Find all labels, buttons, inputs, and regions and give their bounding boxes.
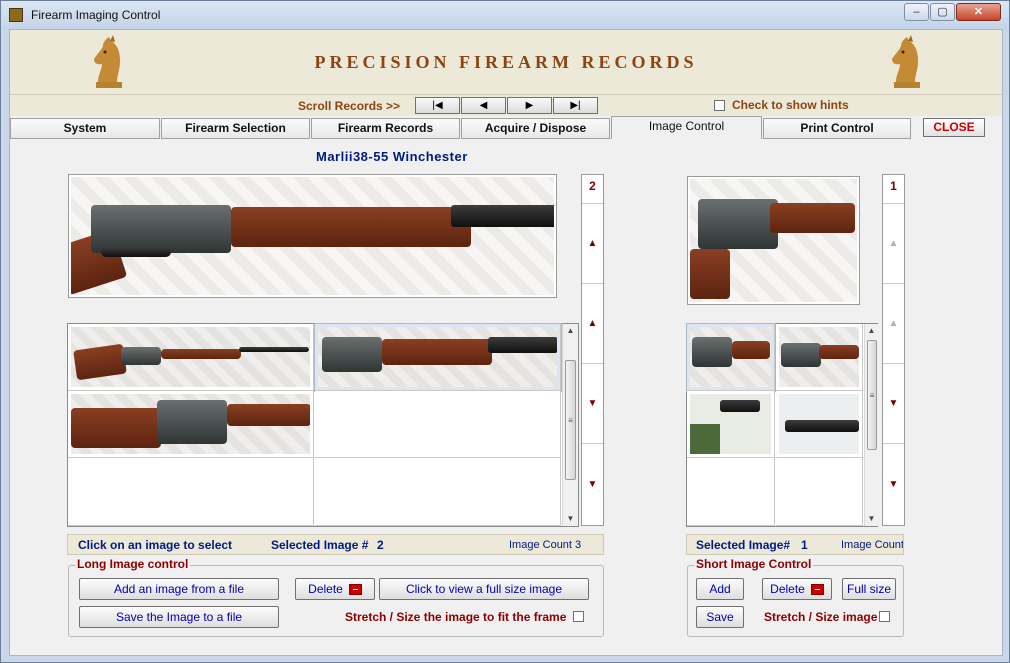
- close-button[interactable]: CLOSE: [923, 118, 985, 137]
- first-record-button[interactable]: |◀: [415, 97, 460, 114]
- tab-firearm-records[interactable]: Firearm Records: [311, 118, 460, 139]
- scroll-down-icon[interactable]: ▼: [563, 512, 578, 526]
- tab-print-control[interactable]: Print Control: [763, 118, 911, 139]
- next-image-icon[interactable]: ▼: [582, 363, 603, 443]
- record-navigation: Scroll Records >> |◀ ◀ ▶ ▶| Check to sho…: [10, 94, 1002, 116]
- short-stretch-label: Stretch / Size image: [764, 610, 878, 624]
- last-image-icon[interactable]: ▼: [582, 443, 603, 525]
- last-record-button[interactable]: ▶|: [553, 97, 598, 114]
- app-window: Firearm Imaging Control ‒ ▢ ✕ PRECISION …: [0, 0, 1010, 663]
- next-record-button[interactable]: ▶: [507, 97, 552, 114]
- short-add-button[interactable]: Add: [696, 578, 744, 600]
- close-window-button[interactable]: ✕: [956, 3, 1001, 21]
- long-group-title: Long Image control: [75, 557, 191, 571]
- long-thumb-2[interactable]: [314, 323, 562, 392]
- chess-knight-icon: [892, 35, 920, 88]
- long-main-image[interactable]: [68, 174, 557, 298]
- show-hints-label: Check to show hints: [732, 98, 849, 112]
- next-image-icon[interactable]: ▼: [883, 363, 904, 443]
- scroll-up-icon[interactable]: ▲: [865, 324, 878, 338]
- short-grid-scrollbar[interactable]: ▲ ≡ ▼: [864, 324, 878, 526]
- short-selected-label: Selected Image#: [696, 538, 791, 552]
- long-delete-button[interactable]: Delete: [295, 578, 375, 600]
- short-image-count: Image Count 4: [841, 539, 904, 551]
- maximize-button[interactable]: ▢: [930, 3, 955, 21]
- scroll-thumb[interactable]: ≡: [565, 360, 576, 480]
- long-image-counter: 2 ▲ ▲ ▼ ▼: [581, 174, 604, 526]
- short-delete-button[interactable]: Delete: [762, 578, 832, 600]
- long-image-control-group: Long Image control Add an image from a f…: [68, 557, 604, 637]
- long-grid-scrollbar[interactable]: ▲ ≡ ▼: [562, 324, 578, 526]
- delete-icon: [348, 584, 362, 596]
- rifle-app-icon: [9, 8, 23, 22]
- long-counter-value: 2: [589, 179, 596, 193]
- short-counter-value: 1: [890, 179, 897, 193]
- long-thumb-empty-1[interactable]: [315, 391, 561, 458]
- short-image-grid: ▲ ≡ ▼: [686, 323, 878, 527]
- short-selected-value: 1: [801, 538, 808, 552]
- long-thumb-3[interactable]: [68, 391, 314, 458]
- last-image-icon[interactable]: ▼: [883, 443, 904, 525]
- short-thumb-empty-2[interactable]: [776, 458, 863, 526]
- short-main-image[interactable]: [687, 176, 860, 305]
- long-image-count: Image Count 3: [509, 539, 582, 551]
- short-thumb-2[interactable]: [776, 324, 863, 391]
- long-image-grid: ▲ ≡ ▼: [67, 323, 579, 527]
- add-image-button[interactable]: Add an image from a file: [79, 578, 279, 600]
- tab-firearm-selection[interactable]: Firearm Selection: [161, 118, 310, 139]
- client-area: PRECISION FIREARM RECORDS Scroll Records…: [9, 29, 1003, 656]
- window-title: Firearm Imaging Control: [31, 8, 161, 22]
- short-thumb-1[interactable]: [686, 323, 776, 392]
- short-thumb-3[interactable]: [687, 391, 775, 458]
- short-stretch-checkbox[interactable]: [879, 611, 890, 622]
- prev-record-button[interactable]: ◀: [461, 97, 506, 114]
- short-group-title: Short Image Control: [694, 557, 814, 571]
- scroll-up-icon[interactable]: ▲: [563, 324, 578, 338]
- tab-acquire-dispose[interactable]: Acquire / Dispose: [461, 118, 610, 139]
- first-image-icon[interactable]: ▲: [582, 203, 603, 283]
- short-save-button[interactable]: Save: [696, 606, 744, 628]
- long-selected-label: Selected Image #: [271, 538, 369, 552]
- delete-icon: [810, 584, 824, 596]
- scroll-thumb[interactable]: ≡: [867, 340, 877, 450]
- scroll-records-label: Scroll Records >>: [298, 99, 401, 113]
- show-hints-checkbox[interactable]: [714, 100, 725, 111]
- tab-bar: System Firearm Selection Firearm Records…: [10, 116, 1002, 139]
- long-status-bar: Click on an image to select Selected Ima…: [67, 534, 604, 555]
- scroll-down-icon[interactable]: ▼: [865, 512, 878, 526]
- long-stretch-label: Stretch / Size the image to fit the fram…: [345, 610, 567, 624]
- tab-image-control[interactable]: Image Control: [611, 116, 762, 139]
- prev-image-icon[interactable]: ▲: [883, 283, 904, 363]
- short-thumb-empty-1[interactable]: [687, 458, 775, 526]
- short-status-bar: Selected Image# 1 Image Count 4: [686, 534, 904, 555]
- short-thumb-4[interactable]: [776, 391, 863, 458]
- prev-image-icon[interactable]: ▲: [582, 283, 603, 363]
- long-thumb-1[interactable]: [68, 324, 314, 391]
- tab-system[interactable]: System: [10, 118, 160, 139]
- first-image-icon[interactable]: ▲: [883, 203, 904, 283]
- short-image-control-group: Short Image Control Add Delete Full size…: [687, 557, 904, 637]
- long-thumb-empty-2[interactable]: [68, 458, 314, 526]
- long-stretch-checkbox[interactable]: [573, 611, 584, 622]
- click-to-select-text: Click on an image to select: [78, 538, 233, 552]
- delete-label: Delete: [770, 582, 805, 596]
- short-full-size-button[interactable]: Full size: [842, 578, 896, 600]
- firearm-title: Marlii38-55 Winchester: [316, 149, 468, 164]
- title-bar: Firearm Imaging Control ‒ ▢ ✕: [1, 1, 1009, 29]
- banner-title: PRECISION FIREARM RECORDS: [314, 52, 698, 72]
- minimize-button[interactable]: ‒: [904, 3, 929, 21]
- banner: PRECISION FIREARM RECORDS: [10, 30, 1002, 94]
- save-image-button[interactable]: Save the Image to a file: [79, 606, 279, 628]
- long-thumb-empty-3[interactable]: [315, 458, 561, 526]
- short-image-counter: 1 ▲ ▲ ▼ ▼: [882, 174, 905, 526]
- view-full-size-button[interactable]: Click to view a full size image: [379, 578, 589, 600]
- delete-label: Delete: [308, 582, 343, 596]
- long-selected-value: 2: [377, 538, 384, 552]
